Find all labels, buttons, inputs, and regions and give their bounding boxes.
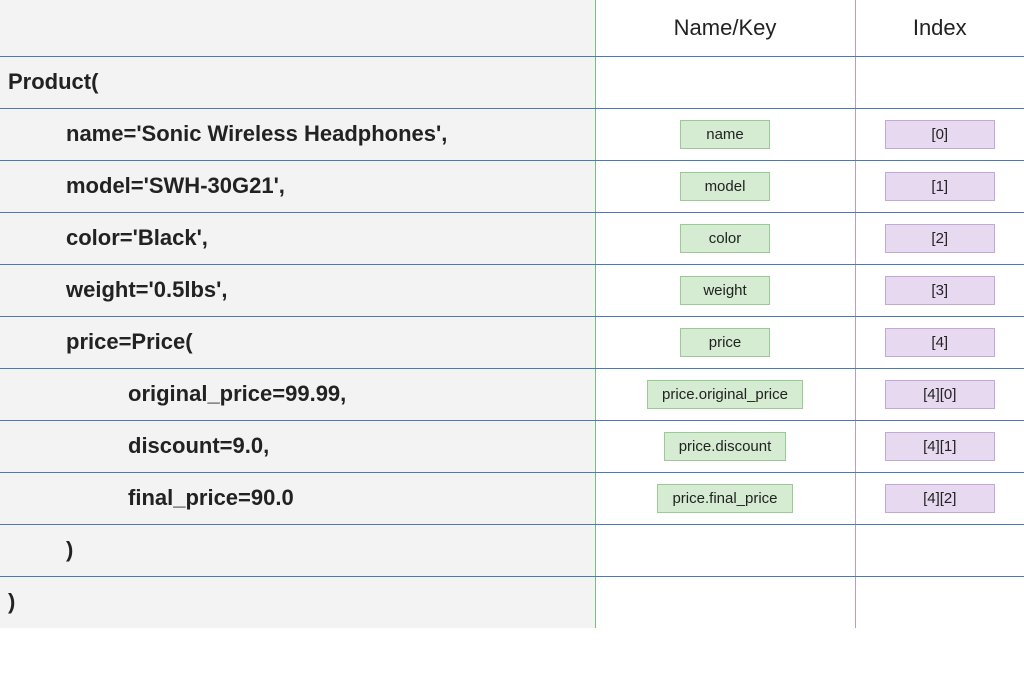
name-key-badge: price: [680, 328, 770, 357]
code-cell: Product(: [0, 56, 595, 108]
index-badge: [2]: [885, 224, 995, 253]
header-index: Index: [855, 0, 1024, 56]
code-cell: original_price=99.99,: [0, 368, 595, 420]
index-cell: [4][2]: [855, 472, 1024, 524]
index-cell: [4][1]: [855, 420, 1024, 472]
name-key-badge: weight: [680, 276, 770, 305]
name-key-cell: name: [595, 108, 855, 160]
header-row: Name/Key Index: [0, 0, 1024, 56]
table-row: ): [0, 524, 1024, 576]
header-code: [0, 0, 595, 56]
code-text: original_price=99.99,: [8, 381, 595, 407]
name-key-cell: weight: [595, 264, 855, 316]
code-cell: discount=9.0,: [0, 420, 595, 472]
code-text: discount=9.0,: [8, 433, 595, 459]
index-badge: [4]: [885, 328, 995, 357]
name-key-cell: price.original_price: [595, 368, 855, 420]
name-key-badge: price.discount: [664, 432, 787, 461]
index-cell: [3]: [855, 264, 1024, 316]
index-cell: [2]: [855, 212, 1024, 264]
table-row: weight='0.5lbs', weight [3]: [0, 264, 1024, 316]
name-key-cell: color: [595, 212, 855, 264]
table-row: model='SWH-30G21', model [1]: [0, 160, 1024, 212]
table-row: ): [0, 576, 1024, 628]
code-text: name='Sonic Wireless Headphones',: [8, 121, 595, 147]
code-cell: color='Black',: [0, 212, 595, 264]
table-row: color='Black', color [2]: [0, 212, 1024, 264]
code-text: model='SWH-30G21',: [8, 173, 595, 199]
index-cell: [855, 56, 1024, 108]
name-key-badge: model: [680, 172, 770, 201]
header-name-key: Name/Key: [595, 0, 855, 56]
index-cell: [1]: [855, 160, 1024, 212]
index-cell: [0]: [855, 108, 1024, 160]
code-text: final_price=90.0: [8, 485, 595, 511]
code-text: color='Black',: [8, 225, 595, 251]
code-text: ): [8, 537, 595, 563]
table-row: price=Price( price [4]: [0, 316, 1024, 368]
code-cell: model='SWH-30G21',: [0, 160, 595, 212]
name-key-cell: [595, 576, 855, 628]
index-cell: [4][0]: [855, 368, 1024, 420]
name-key-cell: price.discount: [595, 420, 855, 472]
mapping-table: Name/Key Index Product( name='Sonic Wirel…: [0, 0, 1024, 628]
code-text: Product(: [8, 69, 595, 95]
name-key-cell: price: [595, 316, 855, 368]
name-key-badge: price.original_price: [647, 380, 803, 409]
name-key-cell: price.final_price: [595, 472, 855, 524]
index-badge: [1]: [885, 172, 995, 201]
code-text: price=Price(: [8, 329, 595, 355]
table-row: final_price=90.0 price.final_price [4][2]: [0, 472, 1024, 524]
code-cell: price=Price(: [0, 316, 595, 368]
index-cell: [855, 524, 1024, 576]
code-text: ): [8, 589, 595, 615]
table-row: discount=9.0, price.discount [4][1]: [0, 420, 1024, 472]
table-row: original_price=99.99, price.original_pric…: [0, 368, 1024, 420]
index-cell: [855, 576, 1024, 628]
name-key-badge: name: [680, 120, 770, 149]
name-key-cell: [595, 56, 855, 108]
name-key-badge: price.final_price: [657, 484, 792, 513]
code-cell: final_price=90.0: [0, 472, 595, 524]
code-cell: ): [0, 524, 595, 576]
code-text: weight='0.5lbs',: [8, 277, 595, 303]
index-badge: [4][1]: [885, 432, 995, 461]
index-badge: [4][0]: [885, 380, 995, 409]
table-row: Product(: [0, 56, 1024, 108]
index-badge: [0]: [885, 120, 995, 149]
name-key-cell: [595, 524, 855, 576]
table-row: name='Sonic Wireless Headphones', name [0]: [0, 108, 1024, 160]
index-cell: [4]: [855, 316, 1024, 368]
index-badge: [3]: [885, 276, 995, 305]
code-cell: ): [0, 576, 595, 628]
name-key-cell: model: [595, 160, 855, 212]
index-badge: [4][2]: [885, 484, 995, 513]
name-key-badge: color: [680, 224, 770, 253]
code-cell: name='Sonic Wireless Headphones',: [0, 108, 595, 160]
code-cell: weight='0.5lbs',: [0, 264, 595, 316]
